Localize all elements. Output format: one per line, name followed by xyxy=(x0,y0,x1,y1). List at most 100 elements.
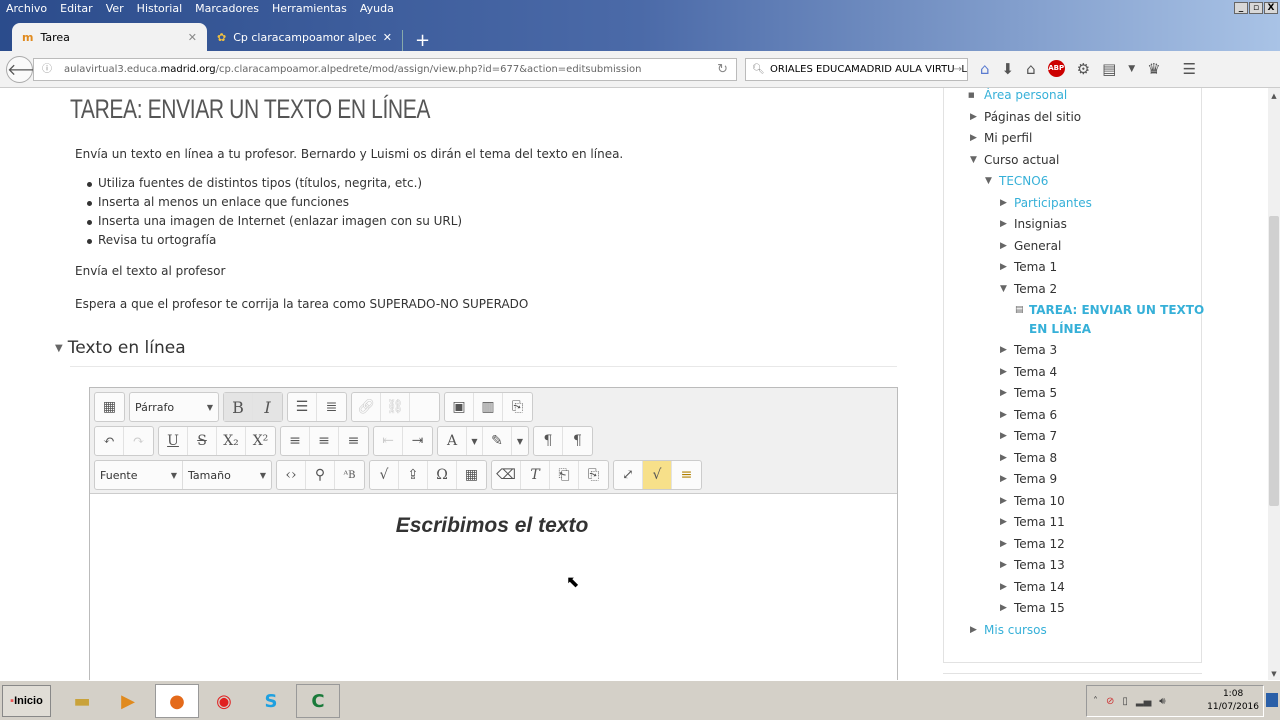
tree-item[interactable]: ▶ Participantes xyxy=(944,194,1201,216)
collapsed-arrow-icon[interactable]: ▶ xyxy=(1000,492,1010,510)
highlight-color-icon[interactable]: ✎ xyxy=(483,427,512,455)
tree-item[interactable]: ▶ Tema 1 xyxy=(944,258,1201,280)
collapsed-arrow-icon[interactable]: ▶ xyxy=(1000,237,1010,255)
section-header[interactable]: ▼ Texto en línea xyxy=(55,338,186,358)
collapse-icon[interactable]: ▼ xyxy=(55,343,63,354)
collapsed-arrow-icon[interactable]: ▶ xyxy=(1000,427,1010,445)
signal-icon[interactable]: ▂▄ xyxy=(1136,696,1151,707)
camtasia-icon[interactable]: C xyxy=(296,684,340,718)
tree-item[interactable]: ▶ General xyxy=(944,237,1201,259)
unlink-icon[interactable]: ⛓ xyxy=(381,393,410,421)
italic-icon[interactable]: I xyxy=(253,393,282,421)
numbered-list-icon[interactable]: ≣ xyxy=(317,393,346,421)
skype-icon[interactable]: S xyxy=(249,684,293,718)
tree-item[interactable]: ▶ Tema 8 xyxy=(944,449,1201,471)
tree-item[interactable]: ▶ Tema 15 xyxy=(944,599,1201,621)
tree-item[interactable]: ▶ Tema 11 xyxy=(944,513,1201,535)
info-icon[interactable]: ⓘ xyxy=(42,59,52,80)
upload-icon[interactable]: ⇪ xyxy=(399,461,428,489)
close-tab-icon[interactable]: ✕ xyxy=(188,31,197,44)
tab-claracampoamor[interactable]: ✿ Cp claracampoamor alpedrete... ✕ xyxy=(207,23,402,51)
indent-icon[interactable]: ⇥ xyxy=(403,427,432,455)
expanded-arrow-icon[interactable]: ▼ xyxy=(985,172,995,190)
tree-item[interactable]: ▶ Tema 12 xyxy=(944,535,1201,557)
ltr-icon[interactable]: ¶ xyxy=(534,427,563,455)
bullet-list-icon[interactable]: ☰ xyxy=(288,393,317,421)
remove-format-icon[interactable]: T xyxy=(521,461,550,489)
toolbar-toggle-icon[interactable]: ▦ xyxy=(95,393,124,421)
restore-button[interactable]: ▫ xyxy=(1249,2,1263,14)
reload-icon[interactable]: ↻ xyxy=(717,59,728,80)
collapsed-arrow-icon[interactable]: ▶ xyxy=(1000,215,1010,233)
collapsed-arrow-icon[interactable]: ▶ xyxy=(970,129,980,147)
search-box[interactable]: 🔍︎ ORIALES EDUCAMADRID AULA VIRTUAL → xyxy=(745,58,968,81)
menu-archivo[interactable]: Archivo xyxy=(6,2,47,15)
redo-icon[interactable]: ↷ xyxy=(124,427,153,455)
screen-recorder-icon[interactable]: ◉ xyxy=(202,684,246,718)
collapsed-arrow-icon[interactable]: ▶ xyxy=(1000,363,1010,381)
strikethrough-icon[interactable]: S xyxy=(188,427,217,455)
table-icon[interactable]: ▦ xyxy=(457,461,486,489)
home-icon[interactable]: ⌂ xyxy=(1026,60,1036,78)
math-icon[interactable]: √ xyxy=(643,461,672,489)
adblock-icon[interactable]: ABP xyxy=(1047,60,1065,77)
collapsed-arrow-icon[interactable]: ▶ xyxy=(1000,258,1010,276)
vertical-scrollbar[interactable]: ▲ ▼ xyxy=(1268,88,1280,680)
media-icon[interactable]: ▥ xyxy=(474,393,503,421)
chemistry-icon[interactable]: ≡ xyxy=(672,461,701,489)
close-tab-icon[interactable]: ✕ xyxy=(383,31,392,44)
underline-icon[interactable]: U xyxy=(159,427,188,455)
align-right-icon[interactable]: ≡ xyxy=(339,427,368,455)
menu-icon[interactable]: ☰ xyxy=(1183,60,1196,78)
tree-item[interactable]: ▶ Tema 10 xyxy=(944,492,1201,514)
tree-item[interactable]: ▼ Tema 2 xyxy=(944,280,1201,302)
file-icon[interactable]: ⎘ xyxy=(503,393,532,421)
tree-item[interactable]: ▶ Mi perfil xyxy=(944,129,1201,151)
tree-item[interactable]: ▶ Tema 9 xyxy=(944,470,1201,492)
volume-icon[interactable]: 🔊︎ xyxy=(1159,696,1165,707)
anchor-icon[interactable] xyxy=(410,393,439,421)
paste-word-icon[interactable]: ⎘ xyxy=(579,461,608,489)
network-icon[interactable]: ⊘ xyxy=(1106,696,1114,707)
special-char-icon[interactable]: Ω xyxy=(428,461,457,489)
collapsed-arrow-icon[interactable]: ▶ xyxy=(1000,449,1010,467)
chevron-down-icon[interactable]: ▼ xyxy=(467,427,483,455)
close-window-button[interactable]: X xyxy=(1264,2,1278,14)
menu-marcadores[interactable]: Marcadores xyxy=(195,2,259,15)
scroll-down-icon[interactable]: ▼ xyxy=(1268,670,1280,678)
collapsed-arrow-icon[interactable]: ▶ xyxy=(1000,384,1010,402)
text-color-icon[interactable]: A xyxy=(438,427,467,455)
menu-ayuda[interactable]: Ayuda xyxy=(360,2,394,15)
subscript-icon[interactable]: X₂ xyxy=(217,427,246,455)
collapsed-arrow-icon[interactable]: ▶ xyxy=(1000,341,1010,359)
collapsed-arrow-icon[interactable]: ▶ xyxy=(1000,470,1010,488)
tree-item[interactable]: ▶ Tema 14 xyxy=(944,578,1201,600)
download-icon[interactable]: ⬇ xyxy=(1002,60,1015,78)
undo-icon[interactable]: ↶ xyxy=(95,427,124,455)
search-go-icon[interactable]: → xyxy=(953,59,962,80)
tree-item[interactable]: ▶ Tema 4 xyxy=(944,363,1201,385)
code-icon[interactable]: ‹› xyxy=(277,461,306,489)
expand-tray-icon[interactable]: ˄ xyxy=(1093,696,1098,707)
align-center-icon[interactable]: ≡ xyxy=(310,427,339,455)
crown-icon[interactable]: ♛ xyxy=(1147,60,1160,78)
collapsed-arrow-icon[interactable]: ▶ xyxy=(1000,194,1010,212)
equation-icon[interactable]: √ xyxy=(370,461,399,489)
menu-herramientas[interactable]: Herramientas xyxy=(272,2,347,15)
tree-item[interactable]: ▶ Insignias xyxy=(944,215,1201,237)
tree-item[interactable]: ▶ Tema 6 xyxy=(944,406,1201,428)
clock[interactable]: 1:08 11/07/2016 xyxy=(1207,688,1263,714)
align-left-icon[interactable]: ≡ xyxy=(281,427,310,455)
replace-icon[interactable]: ᴬB xyxy=(335,461,364,489)
tab-tarea[interactable]: m Tarea ✕ xyxy=(12,23,207,51)
media-player-icon[interactable]: ▶ xyxy=(106,684,150,718)
chevron-down-icon[interactable]: ▼ xyxy=(1128,60,1135,78)
collapsed-arrow-icon[interactable]: ▶ xyxy=(1000,556,1010,574)
chevron-down-icon[interactable]: ▼ xyxy=(512,427,528,455)
tree-item[interactable]: ▶ Tema 13 xyxy=(944,556,1201,578)
bold-icon[interactable]: B xyxy=(224,393,253,421)
find-icon[interactable]: ⚲ xyxy=(306,461,335,489)
fullscreen-icon[interactable]: ⤢ xyxy=(614,461,643,489)
clear-format-icon[interactable]: ⌫ xyxy=(492,461,521,489)
collapsed-arrow-icon[interactable]: ▶ xyxy=(1000,513,1010,531)
